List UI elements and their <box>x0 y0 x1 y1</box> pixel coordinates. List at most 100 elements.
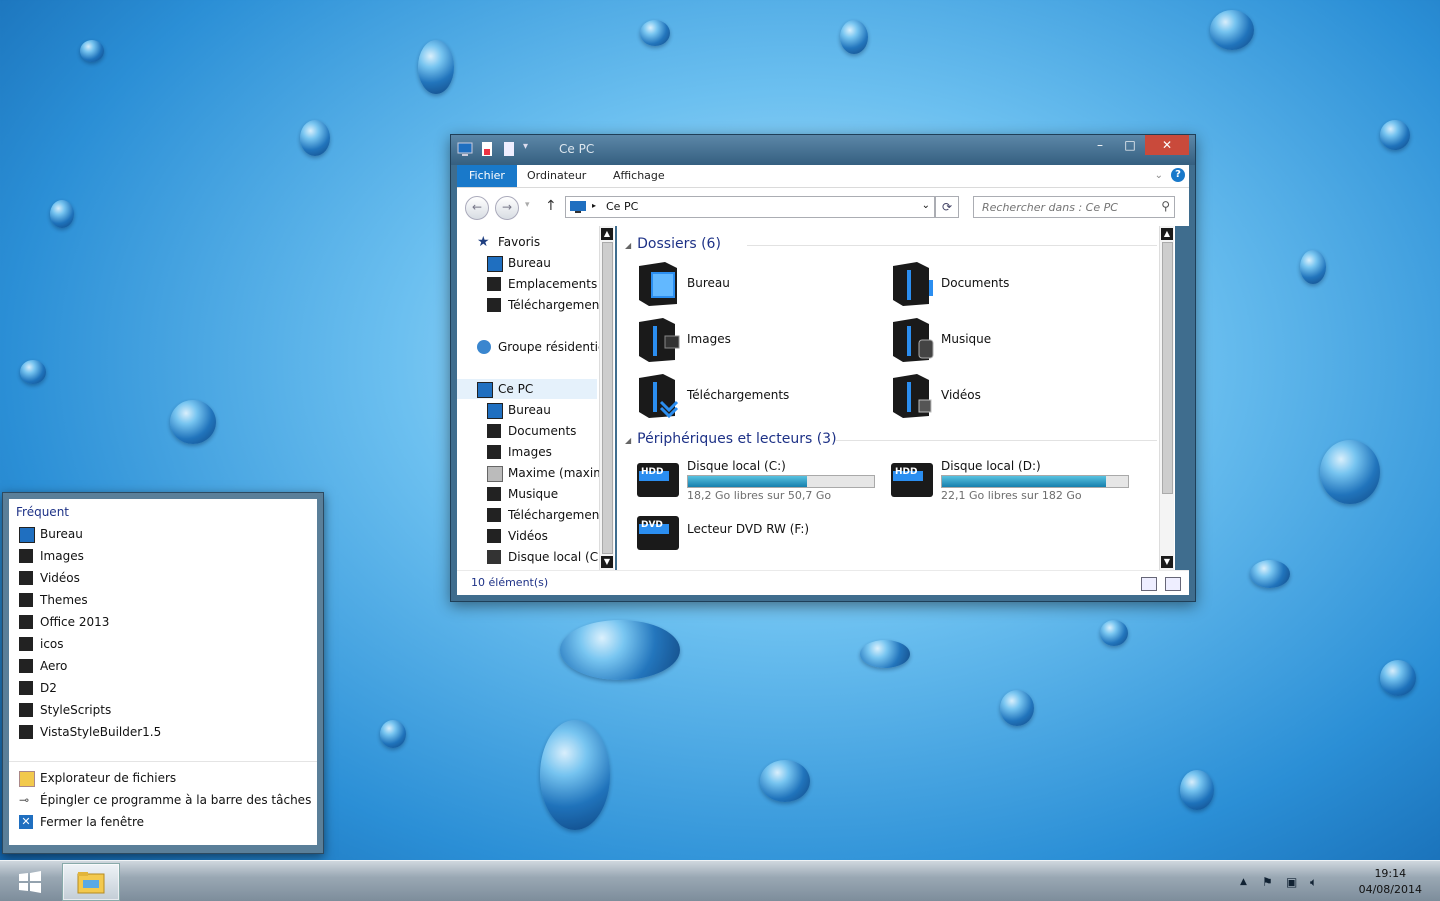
explorer-window[interactable]: ▾ Ce PC – □ ✕ Fichier Ordinateur Afficha… <box>450 134 1196 602</box>
clock-date: 04/08/2014 <box>1358 883 1422 896</box>
folder-item[interactable]: Vidéos <box>889 372 1129 420</box>
water-drop <box>170 400 216 444</box>
folder-label: Documents <box>941 276 1010 290</box>
customize-qat-icon[interactable]: ▾ <box>523 141 539 157</box>
drive-usage-bar <box>941 475 1129 488</box>
water-drop <box>640 20 670 46</box>
file-explorer-icon <box>77 872 105 894</box>
network-icon[interactable]: ▣ <box>1286 875 1297 889</box>
up-button[interactable]: ↑ <box>545 198 557 214</box>
group-title: Périphériques et lecteurs (3) <box>637 431 837 447</box>
ribbon-tabs: Fichier Ordinateur Affichage ⌄ ? <box>457 165 1189 188</box>
group-divider <box>747 245 1157 246</box>
nav-label: Disque local (C:) <box>508 550 607 564</box>
tab-affichage[interactable]: Affichage <box>601 165 677 187</box>
quick-access-toolbar: ▾ <box>457 141 539 157</box>
scroll-thumb[interactable] <box>1162 242 1173 494</box>
scroll-up-arrow[interactable]: ▲ <box>601 228 613 240</box>
folder-item[interactable]: Téléchargements <box>635 372 875 420</box>
scroll-down-arrow[interactable]: ▼ <box>1161 556 1173 568</box>
folder-item[interactable]: Bureau <box>635 260 875 308</box>
refresh-button[interactable]: ⟳ <box>935 196 959 218</box>
action-center-flag-icon[interactable]: ⚑ <box>1262 875 1273 889</box>
folder-label: Musique <box>941 332 992 346</box>
scroll-down-arrow[interactable]: ▼ <box>601 556 613 568</box>
start-button[interactable] <box>18 871 42 893</box>
group-header-devices[interactable]: ◢ Périphériques et lecteurs (3) <box>625 431 837 447</box>
collapse-icon[interactable]: ◢ <box>625 436 631 445</box>
drive-label: Disque local (D:) <box>941 459 1041 473</box>
desktop-icon <box>487 256 503 272</box>
jump-task-label: Explorateur de fichiers <box>40 771 177 785</box>
nav-label: Documents <box>508 424 577 438</box>
drive-badge: HDD <box>641 467 664 477</box>
group-header-folders[interactable]: ◢ Dossiers (6) <box>625 236 721 252</box>
taskbar-file-explorer[interactable] <box>62 863 120 901</box>
folder-item[interactable]: Documents <box>889 260 1129 308</box>
desktop-icon <box>19 527 35 543</box>
details-view-icon[interactable] <box>1141 577 1157 591</box>
breadcrumb[interactable]: Ce PC <box>606 200 638 213</box>
search-icon[interactable]: ⚲ <box>1161 199 1170 213</box>
search-box[interactable]: ⚲ <box>973 196 1175 218</box>
close-button[interactable]: ✕ <box>1145 135 1189 155</box>
tab-fichier[interactable]: Fichier <box>457 165 517 187</box>
help-icon[interactable]: ? <box>1171 168 1185 182</box>
address-box[interactable]: ▸ Ce PC ⌄ <box>565 196 935 218</box>
properties-icon[interactable] <box>479 141 495 157</box>
folder-item[interactable]: Images <box>635 316 875 364</box>
water-drop <box>300 120 330 156</box>
water-drop <box>840 20 868 54</box>
address-dropdown-icon[interactable]: ⌄ <box>922 200 930 211</box>
jump-list: Fréquent Bureau Images Vidéos Themes Off… <box>2 492 324 854</box>
tab-ordinateur[interactable]: Ordinateur <box>515 165 598 187</box>
homegroup-icon <box>477 340 491 354</box>
folder-item[interactable]: Musique <box>889 316 1129 364</box>
folder-label: Bureau <box>687 276 730 290</box>
clock[interactable]: 19:14 04/08/2014 <box>1359 866 1422 898</box>
minimize-button[interactable]: – <box>1085 135 1115 155</box>
breadcrumb-separator-icon[interactable]: ▸ <box>592 201 596 210</box>
scroll-thumb[interactable] <box>602 242 613 554</box>
jump-item-label: D2 <box>40 681 57 695</box>
volume-icon[interactable]: 🔈︎ <box>1310 875 1317 890</box>
drive-item[interactable]: HDD Disque local (C:) 18,2 Go libres sur… <box>635 459 885 507</box>
expand-ribbon-icon[interactable]: ⌄ <box>1155 170 1163 181</box>
forward-button[interactable]: → <box>495 196 519 220</box>
content-scrollbar[interactable]: ▲ ▼ <box>1159 226 1174 570</box>
content-pane: ◢ Dossiers (6) Bureau Documents Images Mu… <box>617 226 1175 570</box>
nav-label: Emplacements ré <box>508 277 614 291</box>
water-drop <box>1250 560 1290 588</box>
jump-item-label: Images <box>40 549 84 563</box>
jump-item-label: Vidéos <box>40 571 80 585</box>
water-drop <box>1210 10 1254 50</box>
back-button[interactable]: ← <box>465 196 489 220</box>
nav-scrollbar[interactable]: ▲ ▼ <box>599 226 614 570</box>
new-folder-icon[interactable] <box>501 141 517 157</box>
nav-label: Groupe résidentiel <box>498 340 609 354</box>
scroll-up-arrow[interactable]: ▲ <box>1161 228 1173 240</box>
drive-badge: HDD <box>895 467 918 477</box>
drive-label: Lecteur DVD RW (F:) <box>687 522 810 536</box>
downloads-folder-icon <box>639 374 679 419</box>
folder-icon <box>19 659 33 673</box>
collapse-icon[interactable]: ◢ <box>625 241 631 250</box>
drive-item[interactable]: HDD Disque local (D:) 22,1 Go libres sur… <box>889 459 1139 507</box>
search-input[interactable] <box>980 200 1154 215</box>
downloads-icon <box>487 508 501 522</box>
computer-icon[interactable] <box>457 141 473 157</box>
large-icons-view-icon[interactable] <box>1165 577 1181 591</box>
jump-item-label: Office 2013 <box>40 615 110 629</box>
show-hidden-icons[interactable]: ▲ <box>1240 877 1247 887</box>
nav-this-pc[interactable]: Ce PC <box>457 379 597 399</box>
dvd-drive-item[interactable]: DVD Lecteur DVD RW (F:) <box>635 512 885 560</box>
title-bar[interactable]: ▾ Ce PC – □ ✕ <box>451 135 1195 165</box>
music-icon <box>487 487 501 501</box>
drive-usage-bar <box>687 475 875 488</box>
water-drop <box>418 40 454 94</box>
folder-label: Vidéos <box>941 388 981 402</box>
pin-icon: ⊸ <box>19 793 30 807</box>
drive-usage-fill <box>942 476 1106 487</box>
maximize-button[interactable]: □ <box>1115 135 1145 155</box>
recent-locations-icon[interactable]: ▾ <box>525 200 530 210</box>
